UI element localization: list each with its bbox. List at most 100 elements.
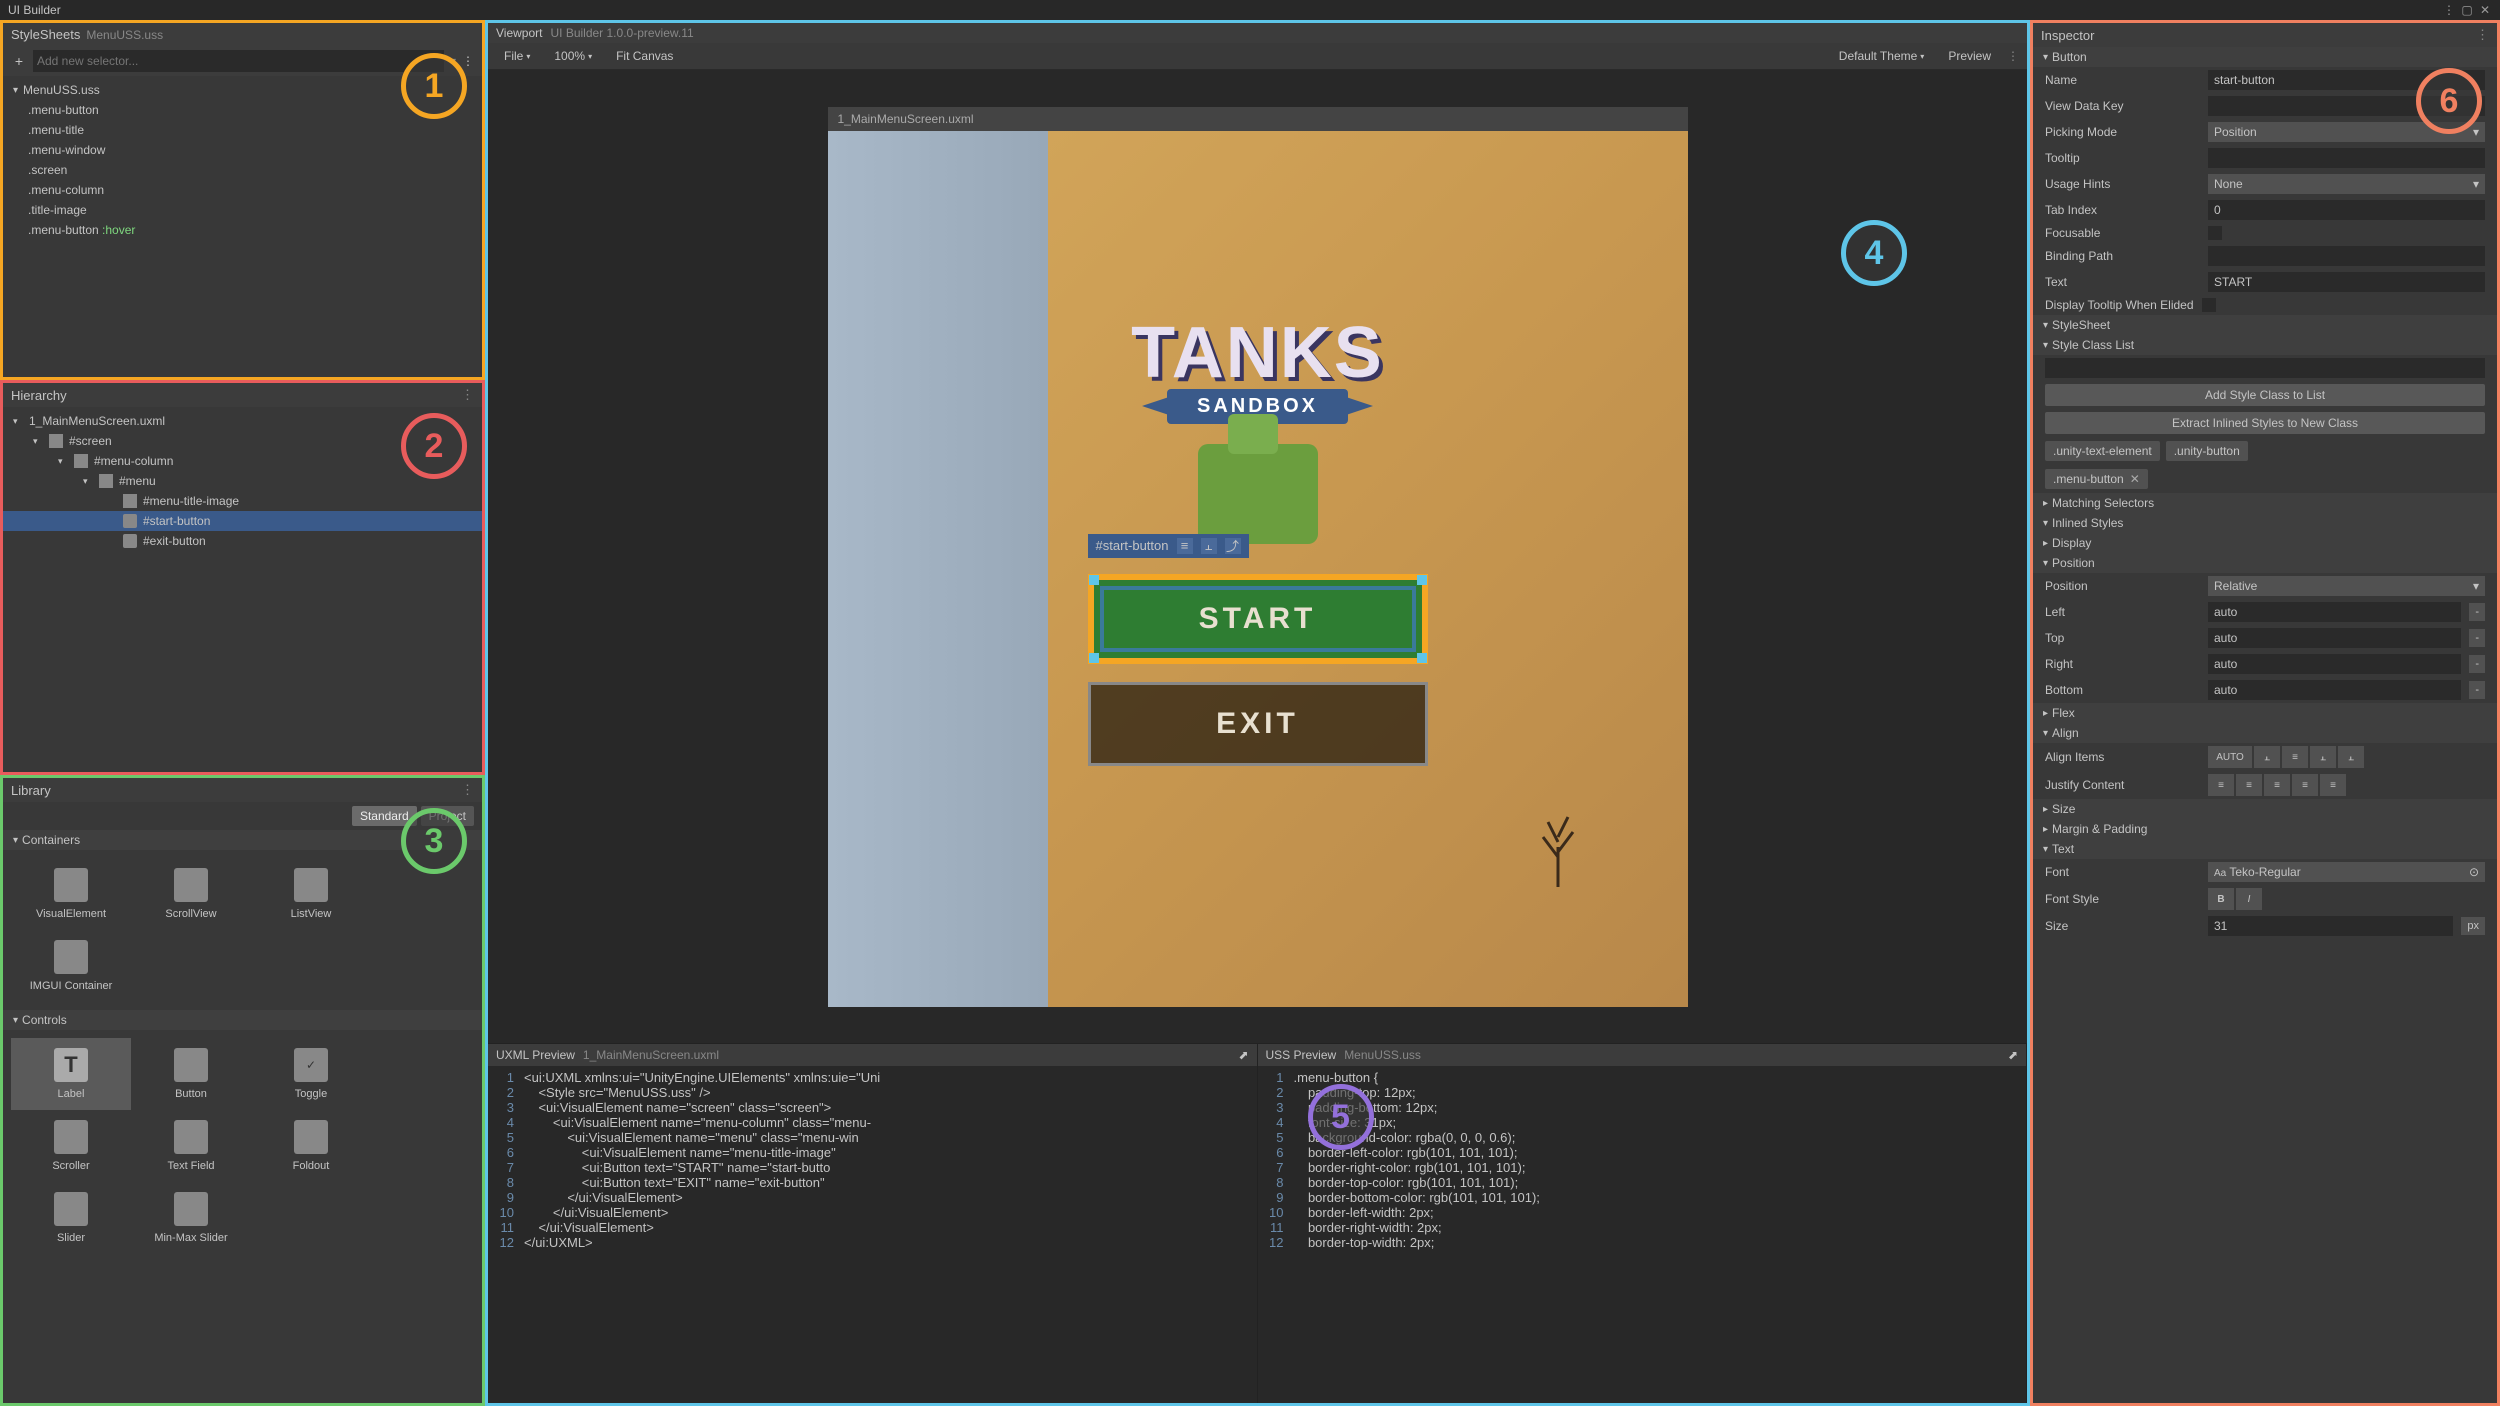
selector-item[interactable]: .screen: [3, 160, 482, 180]
bindingpath-input[interactable]: [2208, 246, 2485, 266]
styleclass-input[interactable]: [2045, 358, 2485, 378]
justify-btn[interactable]: ≡: [2320, 774, 2346, 796]
lib-scroller[interactable]: Scroller: [11, 1110, 131, 1182]
lib-visualelement[interactable]: VisualElement: [11, 858, 131, 930]
hierarchy-item[interactable]: #menu-title-image: [3, 491, 482, 511]
align-btn[interactable]: ⫠: [2254, 746, 2280, 768]
popout-icon[interactable]: ⬈: [2008, 1048, 2018, 1062]
marginpadding-section[interactable]: ▸Margin & Padding: [2033, 819, 2497, 839]
theme-dropdown[interactable]: Default Theme▾: [1831, 47, 1933, 65]
panel-menu-icon[interactable]: ⋮: [2476, 27, 2489, 43]
file-menu[interactable]: File▾: [496, 47, 538, 65]
button-section[interactable]: ▾Button: [2033, 47, 2497, 67]
lib-minmaxslider[interactable]: Min-Max Slider: [131, 1182, 251, 1254]
uxml-code[interactable]: 1<ui:UXML xmlns:ui="UnityEngine.UIElemen…: [488, 1066, 1257, 1403]
uss-preview-title: USS Preview: [1266, 1048, 1337, 1062]
add-selector-icon[interactable]: +: [11, 53, 27, 69]
panel-menu-icon[interactable]: ⋮: [461, 782, 474, 798]
align-icon[interactable]: ≡: [1177, 538, 1193, 554]
exit-button[interactable]: EXIT: [1088, 682, 1428, 766]
lib-toggle[interactable]: ✓Toggle: [251, 1038, 371, 1110]
add-selector-input[interactable]: [33, 50, 444, 72]
lib-imgui[interactable]: IMGUI Container: [11, 930, 131, 1002]
lib-label[interactable]: TLabel: [11, 1038, 131, 1110]
left-input[interactable]: [2208, 602, 2461, 622]
italic-btn[interactable]: I: [2236, 888, 2262, 910]
bottom-input[interactable]: [2208, 680, 2461, 700]
text-input[interactable]: [2208, 272, 2485, 292]
lib-scrollview[interactable]: ScrollView: [131, 858, 251, 930]
align-section[interactable]: ▾Align: [2033, 723, 2497, 743]
selector-item[interactable]: .title-image: [3, 200, 482, 220]
position-section[interactable]: ▾Position: [2033, 553, 2497, 573]
menu-icon[interactable]: ⋮: [2442, 3, 2456, 17]
align-icon[interactable]: ⫠: [1201, 538, 1217, 554]
lib-listview[interactable]: ListView: [251, 858, 371, 930]
panel-menu-icon[interactable]: ⋮: [2007, 49, 2019, 63]
selector-item[interactable]: .menu-window: [3, 140, 482, 160]
styleclasslist-section[interactable]: ▾Style Class List: [2033, 335, 2497, 355]
hierarchy-item[interactable]: ▾#menu: [3, 471, 482, 491]
text-section[interactable]: ▾Text: [2033, 839, 2497, 859]
hierarchy-item[interactable]: #exit-button: [3, 531, 482, 551]
canvas-area[interactable]: 1_MainMenuScreen.uxml TANKS SANDBOX #sta…: [488, 70, 2027, 1043]
align-auto[interactable]: AUTO: [2208, 746, 2252, 768]
tooltip-input[interactable]: [2208, 148, 2485, 168]
lib-slider[interactable]: Slider: [11, 1182, 131, 1254]
maximize-icon[interactable]: ▢: [2460, 3, 2474, 17]
unit-select[interactable]: -: [2469, 681, 2485, 699]
start-button[interactable]: START: [1088, 574, 1428, 664]
panel-menu-icon[interactable]: ⋮: [461, 387, 474, 403]
lib-textfield[interactable]: Text Field: [131, 1110, 251, 1182]
bold-btn[interactable]: B: [2208, 888, 2234, 910]
lib-foldout[interactable]: Foldout: [251, 1110, 371, 1182]
display-section[interactable]: ▸Display: [2033, 533, 2497, 553]
unit-select[interactable]: -: [2469, 629, 2485, 647]
tabindex-input[interactable]: [2208, 200, 2485, 220]
callout-6: 6: [2416, 68, 2482, 134]
close-icon[interactable]: ✕: [2478, 3, 2492, 17]
controls-section[interactable]: ▾Controls: [3, 1010, 482, 1030]
hierarchy-item-selected[interactable]: #start-button: [3, 511, 482, 531]
justify-btn[interactable]: ≡: [2208, 774, 2234, 796]
align-btn[interactable]: ≡: [2282, 746, 2308, 768]
panel-menu-icon[interactable]: ⋮: [462, 54, 474, 68]
right-input[interactable]: [2208, 654, 2461, 674]
align-icon[interactable]: ⤴: [1225, 538, 1241, 554]
stylesheet-section[interactable]: ▾StyleSheet: [2033, 315, 2497, 335]
align-btn[interactable]: ⫠: [2338, 746, 2364, 768]
preview-button[interactable]: Preview: [1940, 47, 1999, 65]
unit-select[interactable]: -: [2469, 655, 2485, 673]
lib-button[interactable]: Button: [131, 1038, 251, 1110]
selector-item[interactable]: .menu-column: [3, 180, 482, 200]
size-section[interactable]: ▸Size: [2033, 799, 2497, 819]
game-title: TANKS: [1131, 312, 1384, 394]
displaytooltip-checkbox[interactable]: [2202, 298, 2216, 312]
style-chip[interactable]: .unity-button: [2166, 441, 2248, 461]
unit-select[interactable]: px: [2461, 917, 2485, 935]
selector-item[interactable]: .menu-button :hover: [3, 220, 482, 240]
fontsize-input[interactable]: [2208, 916, 2453, 936]
style-chip[interactable]: .menu-button✕: [2045, 469, 2148, 489]
top-input[interactable]: [2208, 628, 2461, 648]
justify-btn[interactable]: ≡: [2264, 774, 2290, 796]
extract-styles-button[interactable]: Extract Inlined Styles to New Class: [2045, 412, 2485, 434]
justify-btn[interactable]: ≡: [2292, 774, 2318, 796]
focusable-checkbox[interactable]: [2208, 226, 2222, 240]
font-select[interactable]: Aa Teko-Regular⊙: [2208, 862, 2485, 882]
popout-icon[interactable]: ⬈: [1238, 1048, 1248, 1062]
add-styleclass-button[interactable]: Add Style Class to List: [2045, 384, 2485, 406]
justify-btn[interactable]: ≡: [2236, 774, 2262, 796]
usagehints-select[interactable]: None▾: [2208, 174, 2485, 194]
zoom-dropdown[interactable]: 100%▾: [546, 47, 600, 65]
inlinedstyles-section[interactable]: ▾Inlined Styles: [2033, 513, 2497, 533]
remove-chip-icon[interactable]: ✕: [2130, 472, 2140, 486]
fit-canvas-button[interactable]: Fit Canvas: [608, 47, 681, 65]
unit-select[interactable]: -: [2469, 603, 2485, 621]
align-btn[interactable]: ⫠: [2310, 746, 2336, 768]
flex-section[interactable]: ▸Flex: [2033, 703, 2497, 723]
matchingselectors-section[interactable]: ▸Matching Selectors: [2033, 493, 2497, 513]
style-chip[interactable]: .unity-text-element: [2045, 441, 2160, 461]
selector-item[interactable]: .menu-title: [3, 120, 482, 140]
position-select[interactable]: Relative▾: [2208, 576, 2485, 596]
